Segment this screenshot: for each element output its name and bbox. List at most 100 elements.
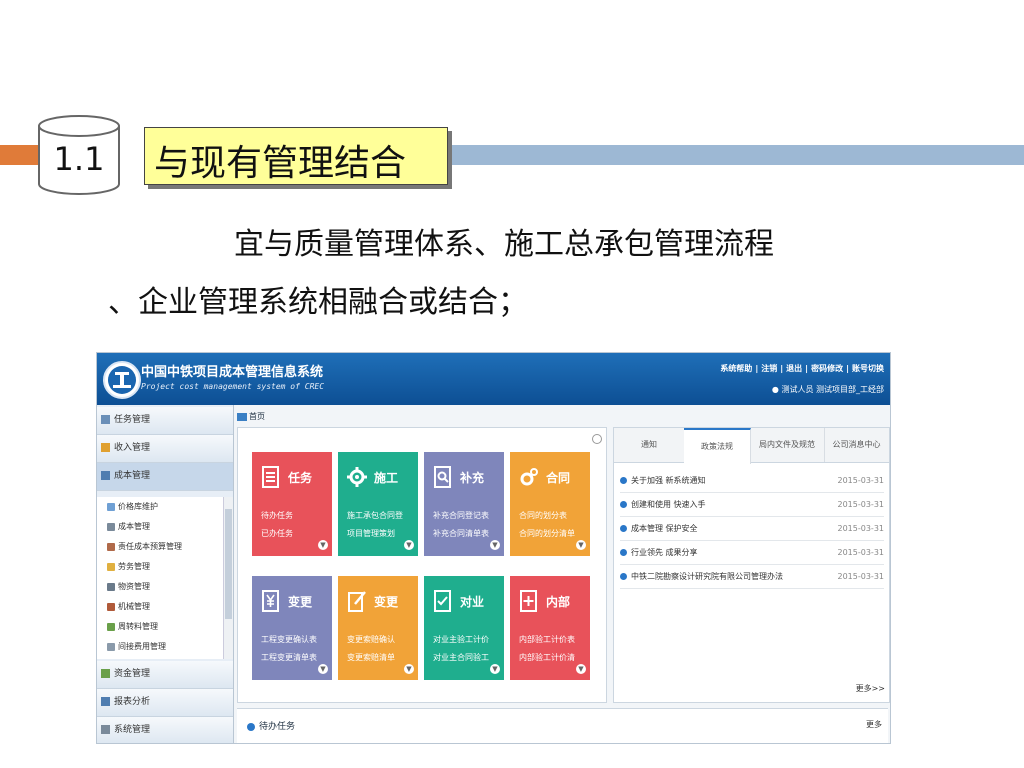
tile-link[interactable]: 已办任务 [261,528,293,539]
tile-link[interactable]: 内部验工计价清 [519,652,575,663]
chevron-down-icon[interactable]: ▼ [318,664,328,674]
submenu-item[interactable]: 责任成本预算管理 [107,539,182,555]
submenu-item[interactable]: 机械管理 [107,599,150,615]
exit-link[interactable]: 退出 [786,364,802,373]
news-item[interactable]: 成本管理 保护安全 2015-03-31 [620,518,884,541]
tab-company-news[interactable]: 公司消息中心 [824,428,889,462]
sidebar-item-funds[interactable]: 资金管理 [97,661,233,689]
yen-document-icon [262,590,279,612]
separator: | [780,364,784,373]
accent-bar-left [0,145,40,165]
submenu-scrollbar[interactable] [223,497,233,659]
submenu-label: 价格库维护 [118,502,158,511]
submenu-item[interactable]: 成本管理 [107,519,150,535]
news-item[interactable]: 关于加强 新系统通知 2015-03-31 [620,470,884,493]
todo-header[interactable]: 待办任务 [247,719,295,732]
income-icon [101,443,110,452]
sidebar-item-label: 系统管理 [114,725,151,735]
document-icon [262,466,279,488]
help-link[interactable]: 系统帮助 [720,364,752,373]
news-item[interactable]: 中铁二院勘察设计研究院有限公司管理办法 2015-03-31 [620,566,884,589]
submenu-item[interactable]: 劳务管理 [107,559,150,575]
tile-link[interactable]: 合同的划分清单 [519,528,575,539]
chevron-down-icon[interactable]: ▼ [490,664,500,674]
settings-icon[interactable] [592,434,602,444]
report-icon [101,697,110,706]
more-news-link[interactable]: 更多>> [856,683,885,694]
breadcrumb[interactable]: 首页 [237,411,265,422]
labor-icon [107,562,115,571]
sidebar-item-cost[interactable]: 成本管理 [97,463,233,491]
turnover-icon [107,622,115,631]
submenu-label: 间接费用管理 [118,642,166,651]
tile-link[interactable]: 内部验工计价表 [519,634,575,645]
sidebar: 任务管理 收入管理 成本管理 价格库维护 成本管理 责任成本预算管理 劳务管理 … [97,405,234,743]
tile-change-claim[interactable]: 变更 变更索赔确认 变更索赔清单 ▼ [338,576,418,680]
slide-body: 宜与质量管理体系、施工总承包管理流程 、企业管理系统相融合或结合； [108,216,868,332]
bullet-icon [620,573,627,580]
news-title: 中铁二院勘察设计研究院有限公司管理办法 [631,572,783,581]
tile-task[interactable]: 任务 待办任务 已办任务 ▼ [252,452,332,556]
sidebar-item-reports[interactable]: 报表分析 [97,689,233,717]
tile-title: 施工 [374,471,399,485]
tile-link[interactable]: 变更索赔确认 [347,634,395,645]
tile-link[interactable]: 对业主合同验工 [433,652,489,663]
cost-icon [101,471,110,480]
todo-more-link[interactable]: 更多 [866,719,882,730]
tile-title: 变更 [374,595,399,609]
app-title: 中国中铁项目成本管理信息系统 [141,365,324,380]
chevron-down-icon[interactable]: ▼ [404,540,414,550]
switch-account-link[interactable]: 账号切换 [852,364,884,373]
chevron-down-icon[interactable]: ▼ [404,664,414,674]
news-item[interactable]: 创建和使用 快速入手 2015-03-31 [620,494,884,517]
tile-link[interactable]: 项目管理策划 [347,528,395,539]
sidebar-item-system[interactable]: 系统管理 [97,717,233,743]
tile-internal[interactable]: 内部 内部验工计价表 内部验工计价清 ▼ [510,576,590,680]
tile-link[interactable]: 工程变更确认表 [261,634,317,645]
submenu-item[interactable]: 间接费用管理 [107,639,166,655]
gears-icon [520,468,538,486]
logout-link[interactable]: 注销 [761,364,777,373]
tile-title: 内部 [546,595,571,609]
tile-construction[interactable]: 施工 施工承包合同登 项目管理策划 ▼ [338,452,418,556]
change-password-link[interactable]: 密码修改 [811,364,843,373]
chevron-down-icon[interactable]: ▼ [576,540,586,550]
news-item[interactable]: 行业领先 成果分享 2015-03-31 [620,542,884,565]
tiles-panel: 任务 待办任务 已办任务 ▼ 施工 施工承包合同登 项目管理策划 ▼ 补充 补充… [237,427,607,703]
chevron-down-icon[interactable]: ▼ [576,664,586,674]
submenu-item[interactable]: 周转料管理 [107,619,158,635]
submenu-item[interactable]: 物资管理 [107,579,150,595]
scroll-thumb[interactable] [225,509,232,619]
chevron-down-icon[interactable]: ▼ [490,540,500,550]
tile-change-engineering[interactable]: 变更 工程变更确认表 工程变更清单表 ▼ [252,576,332,680]
tile-title: 补充 [460,471,485,485]
tile-title: 变更 [288,595,313,609]
tile-link[interactable]: 对业主验工计价 [433,634,489,645]
tile-link[interactable]: 工程变更清单表 [261,652,317,663]
breadcrumb-home: 首页 [249,412,265,421]
sidebar-item-label: 资金管理 [114,669,151,679]
tab-bureau-docs[interactable]: 局内文件及规范 [750,428,825,462]
tab-notice[interactable]: 通知 [614,428,685,462]
tile-owner[interactable]: 对业 对业主验工计价 对业主合同验工 ▼ [424,576,504,680]
news-date: 2015-03-31 [837,548,885,557]
body-line-1: 宜与质量管理体系、施工总承包管理流程 [234,227,774,262]
todo-icon [247,722,255,731]
tile-link[interactable]: 补充合同登记表 [433,510,489,521]
submenu-label: 劳务管理 [118,562,150,571]
submenu-item[interactable]: 价格库维护 [107,499,158,515]
sidebar-item-tasks[interactable]: 任务管理 [97,407,233,435]
tile-link[interactable]: 合同的划分表 [519,510,567,521]
chevron-down-icon[interactable]: ▼ [318,540,328,550]
tile-supplement[interactable]: 补充 补充合同登记表 补充合同清单表 ▼ [424,452,504,556]
news-title: 成本管理 保护安全 [631,524,698,533]
tile-link[interactable]: 补充合同清单表 [433,528,489,539]
news-title: 关于加强 新系统通知 [631,476,706,485]
tab-policy[interactable]: 政策法规 [684,428,751,464]
tile-link[interactable]: 变更索赔清单 [347,652,395,663]
tile-link[interactable]: 待办任务 [261,510,293,521]
sidebar-item-income[interactable]: 收入管理 [97,435,233,463]
tile-contract[interactable]: 合同 合同的划分表 合同的划分清单 ▼ [510,452,590,556]
tile-link[interactable]: 施工承包合同登 [347,510,403,521]
app-header: 中国中铁项目成本管理信息系统 Project cost management s… [97,353,890,405]
